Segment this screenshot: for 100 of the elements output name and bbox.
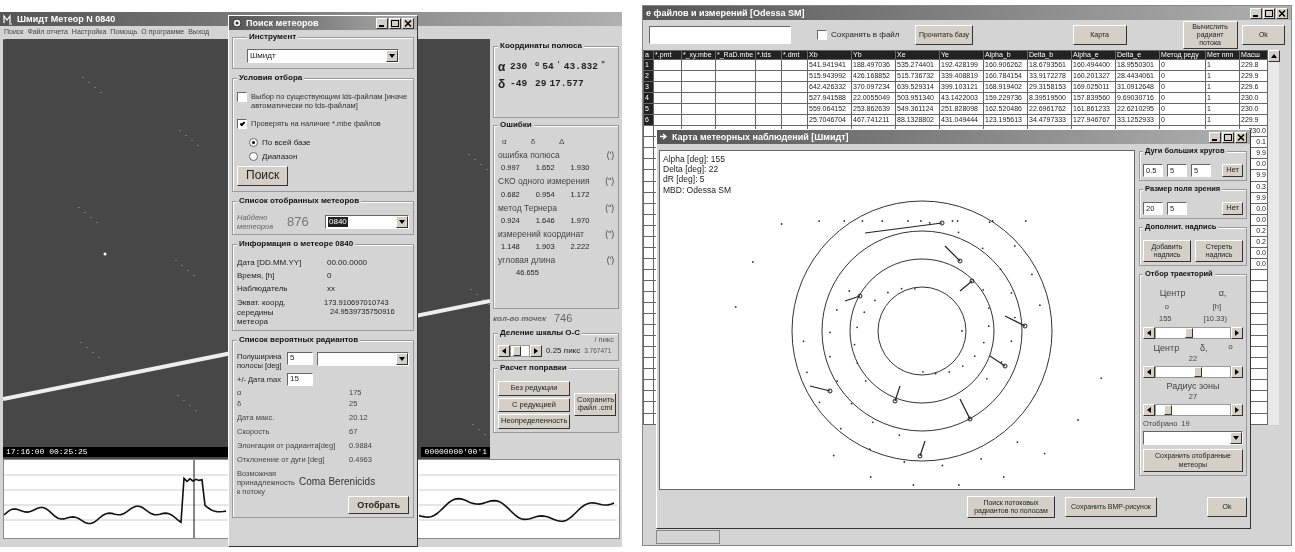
dropdown[interactable]: Шмидт bbox=[247, 48, 399, 63]
slider-thumb[interactable] bbox=[1163, 405, 1172, 416]
info-label: Наблюдатель bbox=[237, 283, 289, 294]
scroll-left-button[interactable] bbox=[1143, 326, 1155, 339]
error-label: угловая длина bbox=[498, 254, 556, 266]
dropdown-button[interactable] bbox=[396, 352, 408, 365]
radio-label: Диапазон bbox=[262, 151, 298, 162]
right-arrow-icon bbox=[1235, 329, 1239, 336]
dropdown[interactable] bbox=[1143, 431, 1243, 446]
slider-thumb[interactable] bbox=[513, 345, 522, 356]
radio-button[interactable] bbox=[249, 152, 258, 162]
dropdown-button[interactable] bbox=[1230, 432, 1242, 445]
maximize-icon bbox=[391, 19, 399, 27]
scale-reading: 0.25 пикс bbox=[546, 345, 581, 356]
frame-counter-text: 00000000'00'1 bbox=[421, 447, 490, 457]
map-info-text: dR [deg]: 5 bbox=[663, 174, 706, 185]
minutes-value: 29 bbox=[535, 78, 547, 90]
select-button[interactable]: Отобрать bbox=[348, 495, 409, 514]
dropdown[interactable] bbox=[317, 351, 409, 366]
caret-icon bbox=[1233, 436, 1239, 441]
slider-thumb[interactable] bbox=[1184, 327, 1193, 338]
map-info-text: Alpha [deg]: 155 bbox=[663, 154, 726, 165]
arrow-icon bbox=[660, 133, 668, 141]
error-label: ошибка полюса bbox=[498, 150, 560, 161]
scroll-left-button[interactable] bbox=[1143, 365, 1155, 378]
points-label: кол-во точек bbox=[493, 314, 546, 324]
checkbox[interactable] bbox=[237, 119, 247, 130]
group-caption: Расчет поправки bbox=[498, 362, 569, 373]
left-arrow-icon bbox=[1147, 329, 1151, 336]
date-field[interactable]: 15 bbox=[287, 372, 313, 386]
slider[interactable] bbox=[510, 344, 530, 357]
scroll-left-button[interactable] bbox=[1143, 404, 1155, 417]
window-title: Карта метеорных наблюдений [Шмидт] bbox=[672, 131, 849, 143]
close-button[interactable] bbox=[402, 17, 414, 29]
dropdown[interactable]: 0840 bbox=[325, 214, 409, 229]
close-button[interactable] bbox=[1235, 131, 1247, 143]
timestamp-text: 17:16:00 00:25:25 bbox=[3, 447, 228, 457]
search-button[interactable]: Поиск bbox=[237, 166, 289, 187]
right-arrow-icon bbox=[1235, 368, 1239, 375]
group-caption: Условия отбора bbox=[237, 72, 305, 83]
right-arrow-icon bbox=[534, 347, 538, 354]
app-logo-icon bbox=[3, 13, 13, 25]
dropdown-button[interactable] bbox=[396, 215, 408, 228]
minutes-value: 54 bbox=[542, 60, 554, 72]
halfwidth-field[interactable]: 5 bbox=[287, 351, 313, 365]
degrees-value: 230 bbox=[510, 60, 529, 72]
group-caption: Деление шкалы O-C bbox=[498, 328, 582, 338]
left-arrow-icon bbox=[1147, 407, 1151, 414]
unit-label: (") bbox=[605, 176, 614, 187]
scroll-right-button[interactable] bbox=[1231, 326, 1243, 339]
coordinate-symbol: δ bbox=[498, 78, 507, 93]
dialog-icon bbox=[232, 17, 242, 29]
window-title: Шмидт Метеор N 0840 bbox=[17, 13, 116, 25]
caret-icon bbox=[399, 356, 405, 361]
group-caption: Координаты полюса bbox=[498, 41, 584, 51]
close-icon bbox=[1237, 133, 1245, 141]
unit-label: (") bbox=[605, 202, 614, 213]
info-label: Время, [h] bbox=[237, 270, 276, 281]
minimize-button[interactable] bbox=[1209, 131, 1221, 143]
map-info-text: Delta [deg]: 22 bbox=[663, 164, 720, 175]
window-title: е файлов и измерений [Odessa SM] bbox=[646, 7, 805, 19]
maximize-button[interactable] bbox=[1263, 7, 1275, 19]
right-arrow-icon bbox=[1235, 407, 1239, 414]
group-caption: Ошибки bbox=[498, 120, 534, 130]
scroll-left-button[interactable] bbox=[498, 344, 510, 357]
checkbox[interactable] bbox=[817, 30, 827, 40]
scroll-right-button[interactable] bbox=[530, 344, 542, 357]
close-button[interactable] bbox=[1276, 7, 1288, 19]
left-arrow-icon bbox=[502, 347, 506, 354]
seconds-value: 17.577 bbox=[549, 78, 584, 90]
checkbox[interactable] bbox=[237, 92, 247, 103]
input-field[interactable] bbox=[649, 26, 791, 44]
group-caption: Список вероятных радиантов bbox=[237, 334, 361, 345]
stream-name: Coma Berenicids bbox=[299, 476, 376, 488]
coordinate-symbol: α bbox=[498, 60, 507, 75]
error-label: метод Тернера bbox=[498, 202, 557, 213]
radio-button[interactable] bbox=[249, 138, 258, 148]
dialog-title: Поиск метеоров bbox=[246, 17, 319, 29]
checkbox-label: Сохранять в файл bbox=[831, 30, 900, 40]
scroll-right-button[interactable] bbox=[1231, 365, 1243, 378]
info-label: Дата [DD.MM.YY] bbox=[237, 258, 303, 268]
info-label: Экват. коорд. середины метеора bbox=[237, 298, 287, 327]
maximize-button[interactable] bbox=[1222, 131, 1234, 143]
slider[interactable] bbox=[1155, 404, 1231, 417]
close-icon bbox=[404, 19, 412, 27]
minimize-button[interactable] bbox=[376, 17, 388, 29]
dropdown-button[interactable] bbox=[386, 49, 398, 62]
info-value: 00.00.0000 bbox=[327, 258, 368, 268]
points-value: 746 bbox=[554, 312, 573, 326]
scroll-right-button[interactable] bbox=[1231, 404, 1243, 417]
maximize-button[interactable] bbox=[389, 17, 401, 29]
slider-thumb[interactable] bbox=[1194, 366, 1203, 377]
minimize-button[interactable] bbox=[1250, 7, 1262, 19]
delta-symbol: δ, bbox=[1199, 342, 1208, 354]
center-label: Центр bbox=[1153, 342, 1180, 354]
vertical-scrollbar[interactable] bbox=[1268, 50, 1279, 425]
slider[interactable] bbox=[1155, 365, 1231, 378]
dropdown-value: Шмидт bbox=[250, 50, 276, 61]
slider[interactable] bbox=[1155, 326, 1231, 339]
maximize-icon bbox=[1265, 9, 1273, 17]
